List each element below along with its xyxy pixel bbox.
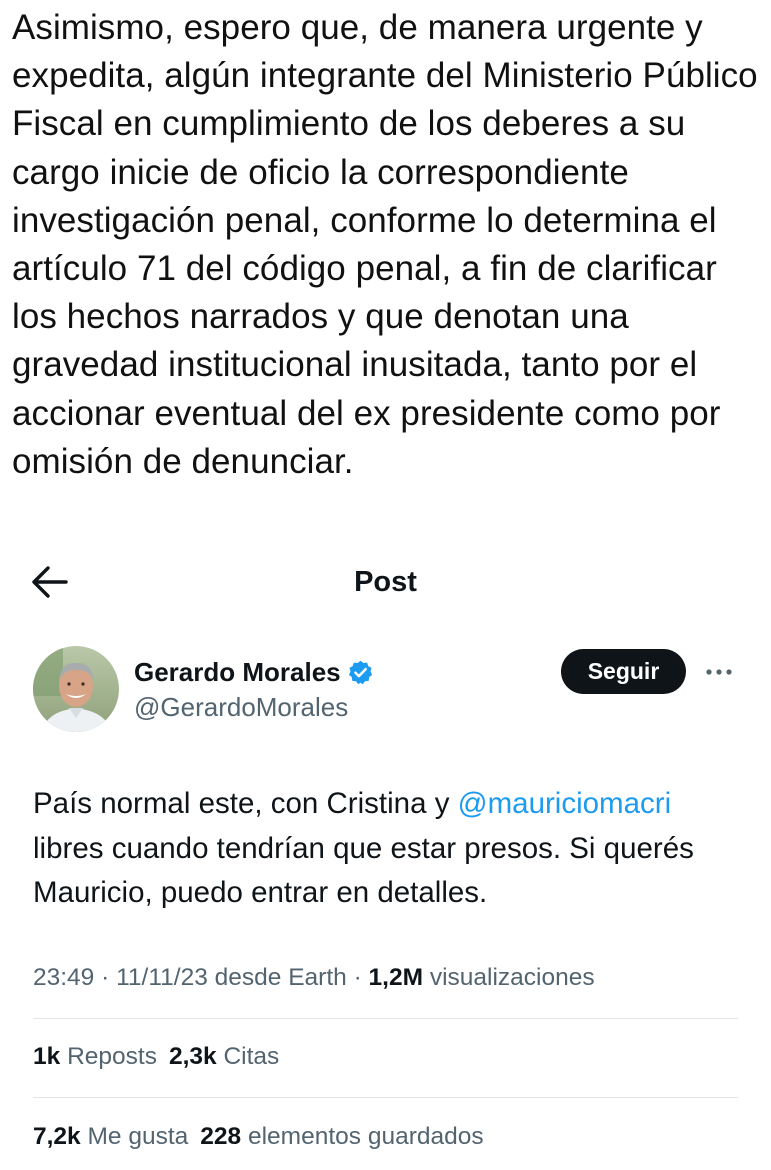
- reposts-count: 1k: [33, 1043, 61, 1070]
- page-title: Post: [354, 566, 417, 598]
- likes-label: Me gusta: [87, 1123, 189, 1150]
- reposts-label: Reposts: [67, 1043, 157, 1070]
- avatar[interactable]: [33, 646, 119, 732]
- divider: [33, 1097, 738, 1098]
- views-count: 1,2M: [368, 964, 424, 991]
- tweet-source: desde Earth: [214, 964, 347, 991]
- author-handle[interactable]: @GerardoMorales: [134, 689, 348, 725]
- verified-badge-icon[interactable]: [347, 659, 374, 686]
- bookmarks-label: elementos guardados: [247, 1123, 484, 1150]
- author-name[interactable]: Gerardo Morales: [134, 654, 374, 690]
- tweet-text-start: País normal este, con Cristina y: [33, 787, 458, 820]
- intro-paragraph: Asimismo, espero que, de manera urgente …: [12, 8, 768, 481]
- views-label: visualizaciones: [429, 964, 595, 991]
- post-header: Post: [0, 556, 771, 608]
- tweet-time[interactable]: 23:49: [33, 964, 94, 991]
- stats-row-likes: 7,2k Me gusta 228 elementos guardados: [33, 1117, 484, 1157]
- meta-separator: ·: [94, 964, 117, 991]
- likes-stat[interactable]: 7,2k Me gusta: [33, 1117, 188, 1157]
- bookmarks-count: 228: [200, 1123, 242, 1150]
- tweet-text-end: libres cuando tendrían que estar presos.…: [33, 831, 694, 910]
- mention-link[interactable]: @mauriciomacri: [458, 787, 672, 820]
- tweet-date[interactable]: 11/11/23: [116, 964, 208, 991]
- more-horizontal-icon[interactable]: [701, 658, 737, 686]
- stats-row-reposts: 1k Reposts 2,3k Citas: [33, 1037, 279, 1077]
- author-name-text: Gerardo Morales: [134, 657, 341, 687]
- quotes-label: Citas: [223, 1043, 280, 1070]
- reposts-stat[interactable]: 1k Reposts: [33, 1037, 157, 1077]
- likes-count: 7,2k: [33, 1123, 81, 1150]
- quotes-stat[interactable]: 2,3k Citas: [169, 1037, 279, 1077]
- bookmarks-stat[interactable]: 228 elementos guardados: [200, 1117, 483, 1157]
- tweet-meta: 23:49 · 11/11/23 desde Earth · 1,2M visu…: [33, 958, 595, 998]
- divider: [33, 1018, 738, 1019]
- quotes-count: 2,3k: [168, 1043, 217, 1070]
- follow-button[interactable]: Seguir: [561, 649, 686, 694]
- meta-separator: ·: [346, 964, 369, 991]
- tweet-text: País normal este, con Cristina y @mauric…: [33, 782, 748, 916]
